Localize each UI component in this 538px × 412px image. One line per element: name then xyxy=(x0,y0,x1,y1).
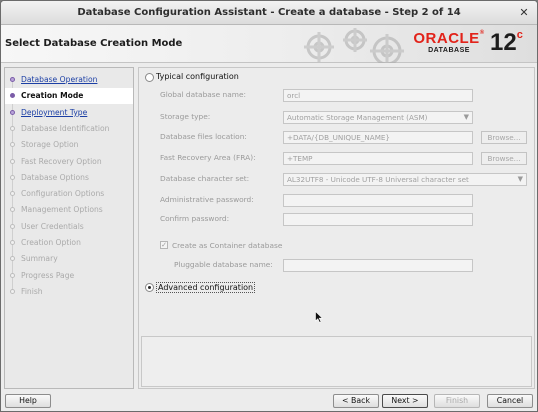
global-db-name-field[interactable]: orcl xyxy=(283,89,473,102)
step-marker-icon xyxy=(10,272,15,278)
advanced-config-label: Advanced configuration xyxy=(156,282,256,293)
version-number: 12 xyxy=(490,29,517,56)
charset-label: Database character set: xyxy=(160,174,250,183)
pluggable-db-field[interactable] xyxy=(283,259,473,272)
typical-config-radio[interactable] xyxy=(145,73,154,82)
chevron-down-icon: ▼ xyxy=(463,113,469,121)
step-label: Storage Option xyxy=(21,140,79,150)
typical-config-label: Typical configuration xyxy=(156,72,239,81)
step-marker-icon xyxy=(10,142,15,148)
container-db-checkbox[interactable]: ✓ xyxy=(160,241,168,249)
advanced-config-radio[interactable] xyxy=(145,283,154,292)
container-db-label: Create as Container database xyxy=(172,241,283,250)
step-item[interactable]: Creation Option xyxy=(5,235,133,251)
finish-button[interactable]: Finish xyxy=(434,394,480,408)
logo-oracle-text: ORACLE xyxy=(413,30,480,47)
admin-password-field[interactable] xyxy=(283,194,473,207)
step-marker-icon xyxy=(10,158,15,164)
step-item[interactable]: Database Options xyxy=(5,170,133,186)
charset-value: AL32UTF8 - Unicode UTF-8 Universal chara… xyxy=(287,175,469,184)
dbca-window: Database Configuration Assistant - Creat… xyxy=(0,0,538,412)
gears-graphic xyxy=(304,28,404,63)
advanced-config-option[interactable]: Advanced configuration xyxy=(145,282,265,294)
step-item[interactable]: Database Identification xyxy=(5,121,133,137)
step-item[interactable]: Progress Page xyxy=(5,268,133,284)
logo-registered-mark: ® xyxy=(479,30,485,36)
confirm-password-label: Confirm password: xyxy=(160,214,230,223)
oracle-logo: ORACLE® DATABASE xyxy=(413,30,485,58)
steps-sidebar: Database Operation Creation Mode Deploymen… xyxy=(4,67,134,389)
step-label: Management Options xyxy=(21,205,103,215)
step-label: Database Identification xyxy=(21,123,110,133)
step-marker-icon xyxy=(10,174,15,180)
help-button[interactable]: Help xyxy=(5,394,51,408)
step-marker-icon xyxy=(10,125,15,131)
storage-type-label: Storage type: xyxy=(160,112,211,121)
step-item[interactable]: Summary xyxy=(5,251,133,267)
step-label: Finish xyxy=(21,286,43,296)
step-marker-icon xyxy=(10,240,15,245)
step-label: Fast Recovery Option xyxy=(21,156,102,166)
step-item[interactable]: Management Options xyxy=(5,202,133,218)
oracle-logo-word: ORACLE® xyxy=(413,30,485,47)
step-marker-icon xyxy=(10,256,15,262)
step-label: Creation Mode xyxy=(21,91,84,101)
close-icon[interactable]: ✕ xyxy=(517,6,531,20)
step-marker-icon xyxy=(10,207,15,213)
pluggable-db-label: Pluggable database name: xyxy=(174,260,273,269)
step-label: Configuration Options xyxy=(21,189,105,199)
charset-select[interactable]: AL32UTF8 - Unicode UTF-8 Universal chara… xyxy=(283,173,527,186)
page-title: Select Database Creation Mode xyxy=(5,38,183,49)
db-files-location-field[interactable]: +DATA/{DB_UNIQUE_NAME} xyxy=(283,131,473,144)
step-label: Progress Page xyxy=(21,270,75,280)
logo-database-text: DATABASE xyxy=(428,47,470,54)
step-label: Database Options xyxy=(21,172,89,182)
chevron-down-icon: ▼ xyxy=(517,175,523,183)
step-item[interactable]: Finish xyxy=(5,284,133,300)
message-area xyxy=(141,336,532,387)
db-files-browse-button[interactable]: Browse... xyxy=(481,131,527,144)
fra-field[interactable]: +TEMP xyxy=(283,152,473,165)
step-marker-icon xyxy=(10,288,15,294)
step-marker-icon xyxy=(10,77,15,82)
storage-type-select[interactable]: Automatic Storage Management (ASM) ▼ xyxy=(283,111,473,124)
step-label: Deployment Type xyxy=(21,107,88,117)
db-files-location-label: Database files location: xyxy=(160,132,247,141)
storage-type-value: Automatic Storage Management (ASM) xyxy=(287,113,428,122)
step-marker-icon xyxy=(10,109,15,115)
header-banner: Select Database Creation Mode ORACLE® DA… xyxy=(1,25,537,63)
step-label: Summary xyxy=(21,254,58,264)
admin-password-label: Administrative password: xyxy=(160,195,254,204)
step-label: Database Operation xyxy=(21,75,98,84)
title-bar: Database Configuration Assistant - Creat… xyxy=(1,1,537,25)
confirm-password-field[interactable] xyxy=(283,213,473,226)
step-item[interactable]: Database Operation xyxy=(5,72,133,88)
step-label: Creation Option xyxy=(21,238,81,247)
step-item[interactable]: Creation Mode xyxy=(5,88,133,105)
step-marker-icon xyxy=(10,93,15,99)
step-item[interactable]: Storage Option xyxy=(5,137,133,153)
step-label: User Credentials xyxy=(21,221,84,231)
step-item[interactable]: Deployment Type xyxy=(5,105,133,121)
step-item[interactable]: Configuration Options xyxy=(5,186,133,202)
step-item[interactable]: Fast Recovery Option xyxy=(5,154,133,170)
fra-browse-button[interactable]: Browse... xyxy=(481,152,527,165)
cancel-button[interactable]: Cancel xyxy=(487,394,533,408)
version-badge: 12c xyxy=(490,29,523,57)
mouse-pointer-icon xyxy=(315,311,323,323)
typical-config-option[interactable]: Typical configuration xyxy=(145,72,265,84)
next-button[interactable]: Next > xyxy=(382,394,428,408)
step-marker-icon xyxy=(10,223,15,229)
version-suffix: c xyxy=(516,29,523,41)
step-marker-icon xyxy=(10,191,15,197)
window-title: Database Configuration Assistant - Creat… xyxy=(77,7,461,18)
fra-label: Fast Recovery Area (FRA): xyxy=(160,153,256,162)
back-button[interactable]: < Back xyxy=(333,394,379,408)
step-item[interactable]: User Credentials xyxy=(5,219,133,235)
main-panel: Typical configuration Global database na… xyxy=(138,67,535,389)
global-db-name-label: Global database name: xyxy=(160,90,246,99)
